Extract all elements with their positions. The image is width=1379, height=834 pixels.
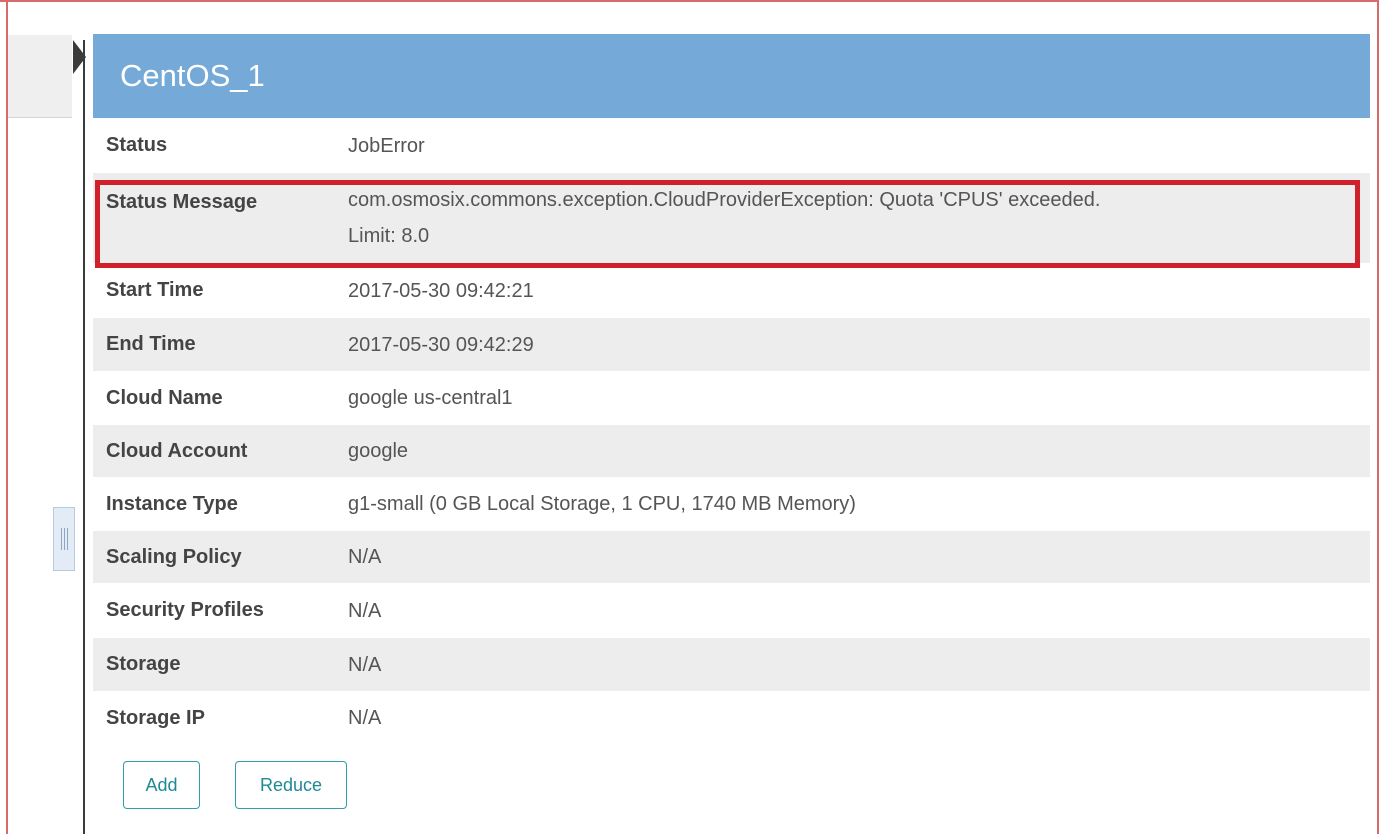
detail-row-end-time: End Time 2017-05-30 09:42:29 <box>93 318 1370 371</box>
detail-row-status: Status JobError <box>93 118 1370 173</box>
detail-row-scaling-policy: Scaling Policy N/A <box>93 531 1370 583</box>
detail-row-instance-type: Instance Type g1-small (0 GB Local Stora… <box>93 477 1370 531</box>
detail-row-security-profiles: Security Profiles N/A <box>93 583 1370 638</box>
detail-row-cloud-name: Cloud Name google us-central1 <box>93 371 1370 425</box>
action-buttons: Add Reduce <box>93 761 1370 809</box>
reduce-button[interactable]: Reduce <box>235 761 347 809</box>
detail-value: google us-central1 <box>348 387 513 409</box>
detail-label: Cloud Account <box>106 439 248 462</box>
detail-value: N/A <box>348 707 382 729</box>
detail-row-storage-ip: Storage IP N/A <box>93 691 1370 745</box>
tree-divider-line <box>83 40 85 834</box>
detail-label: Status <box>106 134 168 156</box>
instance-details-panel: CentOS_1 Status JobError Status Message … <box>93 34 1370 834</box>
detail-value: google <box>348 440 409 462</box>
detail-row-storage: Storage N/A <box>93 638 1370 691</box>
detail-label: Cloud Name <box>106 386 223 409</box>
frame-top-border <box>0 0 1379 2</box>
detail-label: Instance Type <box>106 492 238 515</box>
status-message-line-1: com.osmosix.commons.exception.CloudProvi… <box>348 189 1101 211</box>
detail-label: Status Message <box>106 191 258 213</box>
panel-title: CentOS_1 <box>120 58 265 93</box>
detail-value: 2017-05-30 09:42:29 <box>348 333 534 356</box>
detail-value: N/A <box>348 653 382 676</box>
grip-line <box>60 528 62 550</box>
detail-row-start-time: Start Time 2017-05-30 09:42:21 <box>93 263 1370 318</box>
detail-label: Start Time <box>106 279 204 301</box>
detail-label: Storage <box>106 653 181 675</box>
detail-value: com.osmosix.commons.exception.CloudProvi… <box>348 182 1100 254</box>
frame-left-border <box>6 0 8 834</box>
grip-line <box>66 528 68 550</box>
detail-row-status-message: Status Message com.osmosix.commons.excep… <box>93 173 1370 263</box>
detail-value: g1-small (0 GB Local Storage, 1 CPU, 174… <box>348 493 856 515</box>
grip-line <box>63 528 65 550</box>
panel-header: CentOS_1 <box>93 34 1370 118</box>
detail-value: JobError <box>348 134 425 157</box>
detail-row-cloud-account: Cloud Account google <box>93 425 1370 477</box>
drag-handle-icon[interactable] <box>53 507 75 571</box>
status-message-line-2: Limit: 8.0 <box>348 225 430 247</box>
detail-label: Security Profiles <box>106 599 264 621</box>
detail-value: 2017-05-30 09:42:21 <box>348 279 534 302</box>
left-column-header <box>8 35 72 118</box>
detail-value: N/A <box>348 599 382 622</box>
detail-label: Scaling Policy <box>106 545 242 568</box>
detail-label: Storage IP <box>106 706 205 729</box>
detail-label: End Time <box>106 333 196 355</box>
detail-value: N/A <box>348 546 382 568</box>
add-button[interactable]: Add <box>123 761 200 809</box>
